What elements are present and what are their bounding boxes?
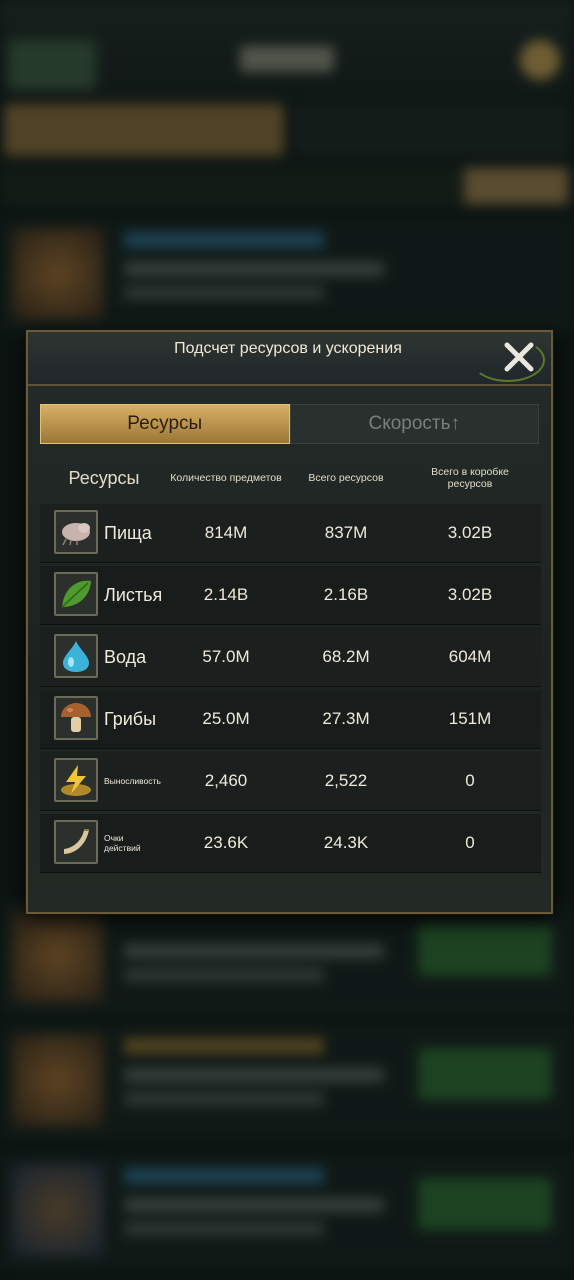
- item-title: [124, 232, 324, 248]
- item-text: [124, 1222, 324, 1236]
- resource-name: Вода: [104, 646, 147, 667]
- tab-speedups[interactable]: Скорость↑: [289, 404, 539, 444]
- header-items-count: Количество предметов: [170, 472, 282, 484]
- box-total-value: 0: [465, 833, 475, 852]
- item-text: [124, 262, 384, 276]
- lightning-gold-icon: [61, 765, 91, 796]
- screen-subtab-active: [464, 168, 568, 204]
- box-total-value: 3.02B: [447, 523, 493, 542]
- screen-tab-inactive: [292, 104, 570, 156]
- table-row: Листья 2.14B 2.16B 3.02B: [40, 566, 541, 625]
- resource-count-dialog: Подсчет ресурсов и ускорения Ресурсы Ско…: [26, 330, 553, 914]
- box-total-value: 151M: [448, 709, 492, 728]
- total-value: 24.3K: [323, 833, 369, 852]
- resource-icon-frame: [54, 572, 98, 616]
- item-text: [124, 944, 384, 958]
- resource-name: Выносливость: [104, 776, 161, 786]
- header-box-total: Всего в коробке ресурсов: [431, 466, 509, 490]
- items-count-value: 25.0M: [202, 709, 250, 728]
- box-total-value: 604M: [448, 647, 492, 666]
- table-row: Выносливость 2,460 2,522 0: [40, 752, 541, 811]
- back-button: [8, 40, 96, 90]
- table-row: Грибы 25.0M 27.3M 151M: [40, 690, 541, 749]
- resource-icon-frame: [54, 634, 98, 678]
- item-text: [124, 1092, 324, 1106]
- list-item: [0, 1024, 574, 1136]
- resource-name: Грибы: [104, 708, 157, 729]
- table-row: Очки действий 23.6K 24.3K 0: [40, 814, 541, 873]
- item-thumbnail: [12, 228, 104, 320]
- coin-icon: [520, 40, 560, 80]
- use-button: [418, 1178, 552, 1230]
- header-resource: Ресурсы: [68, 467, 140, 488]
- items-count-value: 23.6K: [203, 833, 249, 852]
- dialog-title: Подсчет ресурсов и ускорения: [174, 340, 402, 357]
- items-count-value: 2.14B: [203, 585, 249, 604]
- table-row: Пища 814M 837M 3.02B: [40, 504, 541, 563]
- dialog-tabs: Ресурсы Скорость↑: [40, 404, 539, 444]
- item-title: [124, 1168, 324, 1184]
- header-total: Всего ресурсов: [308, 472, 384, 484]
- close-button[interactable]: [499, 338, 539, 376]
- item-thumbnail: [12, 1034, 104, 1126]
- items-count-value: 814M: [204, 523, 248, 542]
- list-item: [0, 1154, 574, 1266]
- list-item: [0, 900, 574, 1012]
- item-text: [124, 286, 324, 300]
- items-count-value: 57.0M: [202, 647, 250, 666]
- resource-icon-frame: [54, 510, 98, 554]
- box-total-value: 3.02B: [447, 585, 493, 604]
- item-text: [124, 1068, 384, 1082]
- leaf-icon: [61, 580, 91, 608]
- tab-resources[interactable]: Ресурсы: [40, 404, 290, 444]
- total-value: 2,522: [324, 771, 368, 790]
- table-header: Ресурсы Количество предметов Всего ресур…: [40, 460, 539, 496]
- mushroom-icon: [61, 703, 91, 732]
- item-text: [124, 968, 324, 982]
- item-text: [124, 1198, 384, 1212]
- close-icon: [504, 342, 534, 372]
- item-thumbnail: [12, 1164, 104, 1256]
- total-value: 27.3M: [322, 709, 370, 728]
- total-value: 837M: [324, 523, 368, 542]
- resource-table: Пища 814M 837M 3.02B Листья 2.14B 2.16B …: [40, 504, 541, 876]
- screen-tab-active: [4, 104, 284, 156]
- total-value: 68.2M: [322, 647, 370, 666]
- resource-icon-frame: [54, 758, 98, 802]
- item-title: [124, 1038, 324, 1054]
- items-count-value: 2,460: [204, 771, 248, 790]
- use-button: [418, 924, 552, 976]
- table-row: Вода 57.0M 68.2M 604M: [40, 628, 541, 687]
- horn-icon: [64, 829, 89, 854]
- box-total-value: 0: [465, 771, 475, 790]
- resource-icon-frame: [54, 820, 98, 864]
- resource-name: Листья: [104, 584, 163, 605]
- total-value: 2.16B: [323, 585, 369, 604]
- list-item: [0, 218, 574, 330]
- resource-name: Очки действий: [104, 833, 141, 853]
- water-drop-icon: [63, 641, 89, 672]
- resource-name: Пища: [104, 522, 152, 543]
- item-thumbnail: [12, 910, 104, 1002]
- screen-title-blurred: [240, 46, 334, 72]
- dialog-header: Подсчет ресурсов и ускорения: [28, 332, 551, 386]
- resource-icon-frame: [54, 696, 98, 740]
- use-button: [418, 1048, 552, 1100]
- larva-icon: [62, 523, 90, 546]
